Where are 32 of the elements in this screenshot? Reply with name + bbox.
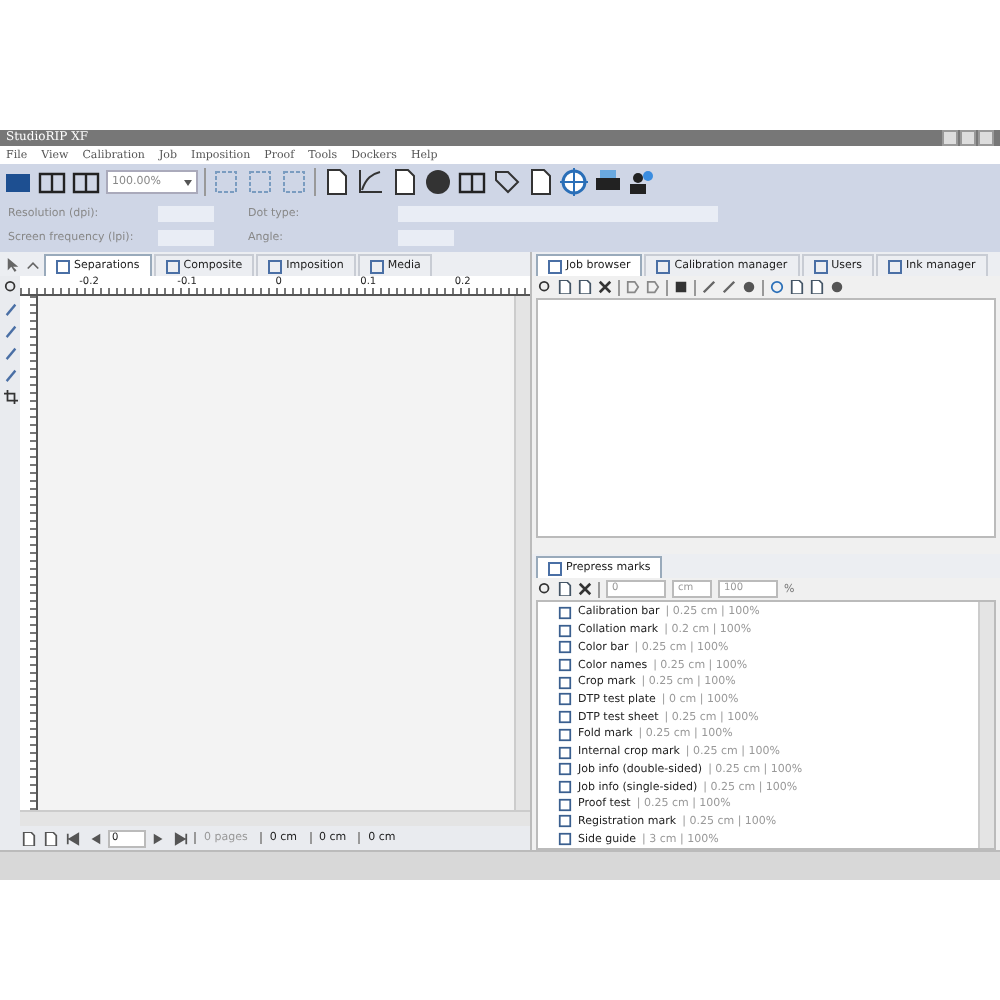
book-icon[interactable] [72, 168, 100, 196]
first-page-icon[interactable] [66, 831, 80, 845]
horizontal-scrollbar[interactable] [20, 810, 530, 826]
square-icon[interactable] [674, 280, 688, 294]
users-icon[interactable] [628, 168, 656, 196]
chevron-icon[interactable] [26, 257, 40, 271]
previous-page-icon[interactable] [88, 831, 102, 845]
caret-icon [184, 179, 192, 185]
pointer-icon[interactable] [6, 257, 20, 271]
input-field[interactable] [158, 206, 214, 222]
close-icon[interactable] [578, 582, 592, 596]
book-icon[interactable] [458, 168, 486, 196]
vertical-scrollbar[interactable] [978, 602, 994, 848]
input-field[interactable] [398, 206, 718, 222]
page-icon[interactable] [322, 168, 350, 196]
input-field[interactable] [398, 230, 454, 246]
circle-icon[interactable] [742, 280, 756, 294]
last-page-icon[interactable] [174, 831, 188, 845]
crop-icon[interactable] [3, 390, 17, 404]
tag-icon[interactable] [492, 168, 520, 196]
target-icon[interactable] [560, 168, 588, 196]
page-icon[interactable] [526, 168, 554, 196]
printer-icon[interactable] [594, 168, 622, 196]
circle-icon[interactable] [830, 280, 844, 294]
chart-icon[interactable] [356, 168, 384, 196]
page-icon[interactable] [558, 582, 572, 596]
page-icon[interactable] [390, 168, 418, 196]
close-icon[interactable] [598, 280, 612, 294]
next-page-icon[interactable] [152, 831, 166, 845]
book-icon[interactable] [38, 168, 66, 196]
input-field[interactable] [158, 230, 214, 246]
vertical-scrollbar[interactable] [514, 296, 530, 810]
